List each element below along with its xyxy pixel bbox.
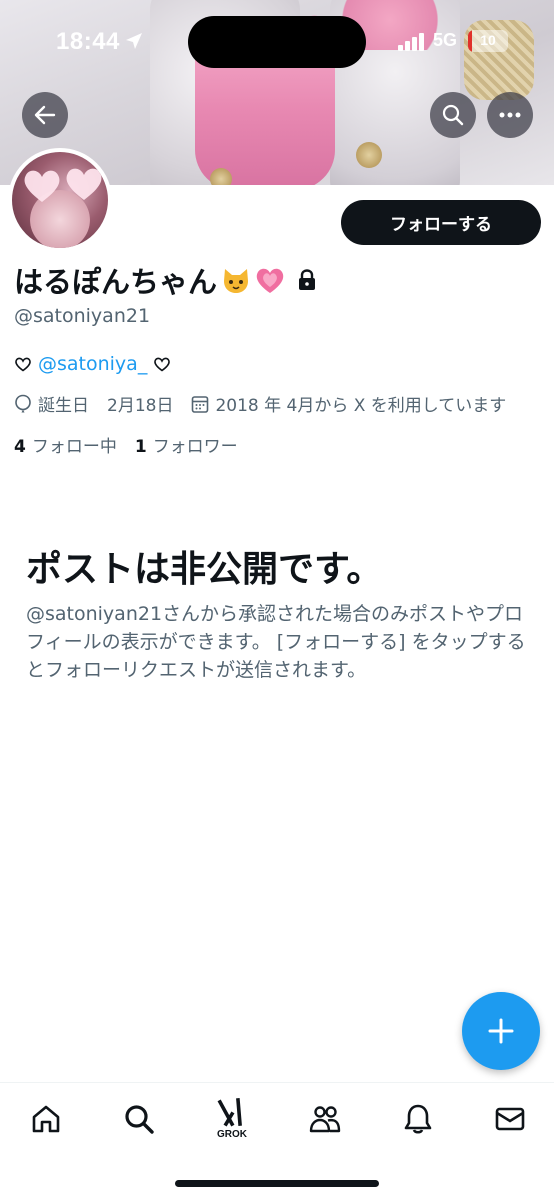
bio-mention-link[interactable]: @satoniya_ (38, 353, 147, 375)
tab-communities[interactable] (303, 1097, 347, 1141)
status-time: 18:44 (56, 28, 120, 55)
arrow-left-icon (34, 105, 56, 125)
followers-count: 1 (134, 437, 147, 457)
communities-icon (309, 1106, 341, 1133)
profile-name-row: はるぽんちゃん (14, 260, 317, 300)
following-label: フォロー中 (31, 437, 117, 457)
home-icon (32, 1105, 60, 1133)
heart-sticker-icon (66, 168, 102, 200)
follow-button[interactable]: フォローする (341, 200, 541, 245)
bell-icon (404, 1104, 432, 1134)
signal-icon (398, 33, 424, 51)
search-icon (442, 104, 464, 126)
profile-bio: @satoniya_ (14, 353, 171, 375)
compose-button[interactable] (462, 992, 540, 1070)
search-icon (125, 1105, 154, 1134)
mail-icon (495, 1107, 525, 1131)
heart-outline-icon (154, 357, 171, 372)
following-count: 4 (14, 437, 26, 457)
search-button[interactable] (430, 92, 476, 138)
cat-face-emoji (224, 269, 249, 293)
more-horizontal-icon (499, 112, 521, 118)
network-type: 5G (433, 30, 458, 50)
follow-stats: 4 フォロー中 1 フォロワー (14, 432, 238, 457)
avatar[interactable] (8, 148, 112, 252)
heart-outline-icon (15, 357, 31, 372)
tab-grok[interactable]: GROK (210, 1097, 254, 1141)
birthday-value: 2月18日 (107, 396, 174, 416)
grok-icon (217, 1098, 242, 1127)
private-notice-title: ポストは非公開です。 (26, 549, 383, 590)
battery-icon: 10 (468, 30, 508, 52)
more-button[interactable] (487, 92, 533, 138)
status-bar: 18:44 5G 10 (0, 0, 554, 84)
display-name: はるぽんちゃん (14, 265, 218, 299)
tab-messages[interactable] (488, 1097, 532, 1141)
calendar-icon (192, 395, 209, 413)
plus-icon (488, 1018, 514, 1044)
grok-label: GROK (217, 1129, 247, 1140)
balloon-icon (15, 394, 31, 412)
growing-heart-emoji (256, 268, 284, 293)
profile-handle: @satoniyan21 (14, 305, 151, 327)
following-link[interactable]: 4 フォロー中 (14, 432, 117, 457)
tab-search[interactable] (117, 1097, 161, 1141)
location-arrow-icon (126, 33, 142, 49)
joined-date: 2018 年 4月から X を利用しています (215, 396, 507, 416)
lock-icon (299, 269, 316, 290)
profile-meta: 誕生日 2月18日 2018 年 4月から X を利用しています (14, 391, 506, 416)
battery-level: 10 (480, 32, 496, 48)
tab-notifications[interactable] (396, 1097, 440, 1141)
home-indicator (175, 1180, 379, 1187)
followers-label: フォロワー (152, 437, 238, 457)
back-button[interactable] (22, 92, 68, 138)
heart-sticker-icon (24, 170, 60, 202)
followers-link[interactable]: 1 フォロワー (135, 432, 238, 457)
private-notice-description: @satoniyan21さんから承認された場合のみポストやプロフィールの表示がで… (26, 603, 526, 681)
dynamic-island (188, 16, 366, 68)
tab-home[interactable] (24, 1097, 68, 1141)
birthday-label: 誕生日 (38, 396, 89, 416)
